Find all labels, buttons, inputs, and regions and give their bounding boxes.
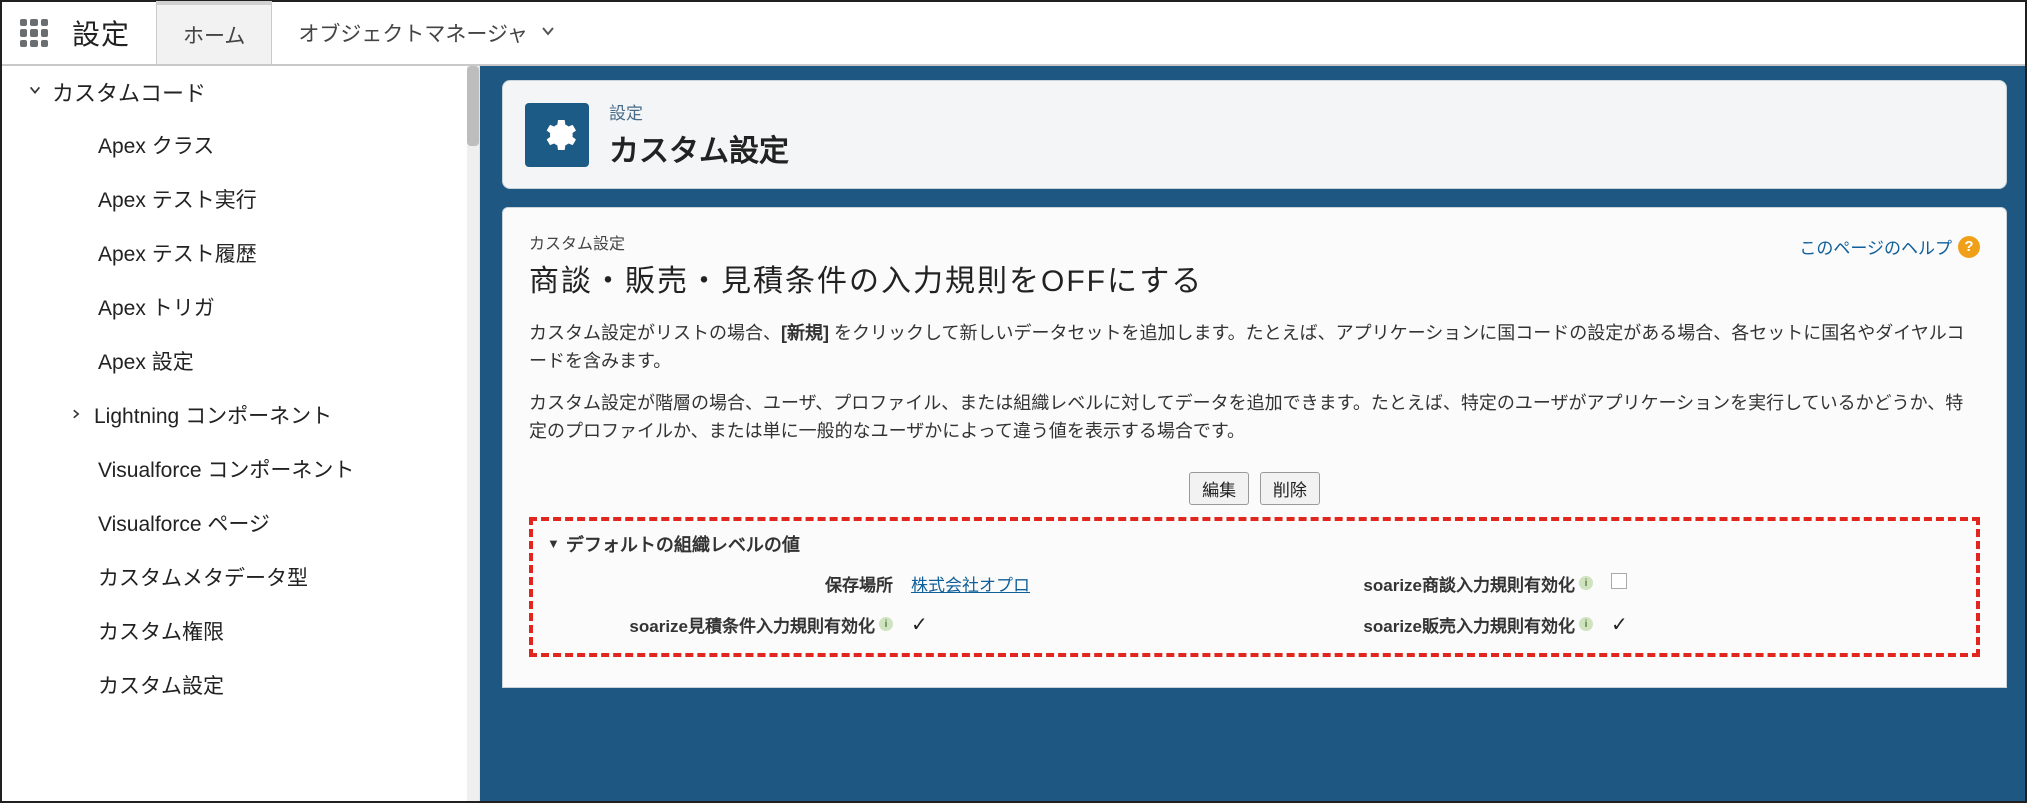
sidebar-item-apex-triggers[interactable]: Apex トリガ [2,280,479,334]
chevron-right-icon [70,407,94,424]
sidebar-item-apex-test-history[interactable]: Apex テスト履歴 [2,226,479,280]
page-header-card: 設定 カスタム設定 [502,80,2007,189]
header-title: カスタム設定 [609,126,789,170]
scrollbar-thumb[interactable] [467,66,479,146]
breadcrumb: カスタム設定 [529,230,1980,254]
tab-home-label: ホーム [183,20,245,50]
info-icon[interactable]: i [1579,617,1593,631]
field-value-location: 株式会社オプロ [907,571,1247,596]
location-link[interactable]: 株式会社オプロ [911,576,1030,595]
info-icon[interactable]: i [1579,576,1593,590]
help-link-label: このページのヘルプ [1799,234,1952,259]
description-paragraph-2: カスタム設定が階層の場合、ユーザ、プロファイル、または組織レベルに対してデータを… [529,390,1980,446]
sidebar-item-custom-settings[interactable]: カスタム設定 [2,658,479,712]
checkmark-icon: ✓ [911,614,928,636]
app-name: 設定 [54,2,156,64]
tab-object-manager[interactable]: オブジェクトマネージャ [272,2,583,64]
field-label-opty-rule: soarize商談入力規則有効化 i [1247,571,1607,596]
header-sublabel: 設定 [609,99,789,124]
content-panel: カスタム設定 商談・販売・見積条件の入力規則をOFFにする このページのヘルプ … [502,207,2007,688]
sidebar: カスタムコード Apex クラス Apex テスト実行 Apex テスト履歴 A… [2,66,480,801]
waffle-icon [20,19,48,47]
description-paragraph-1: カスタム設定がリストの場合、[新規] をクリックして新しいデータセットを追加しま… [529,320,1980,376]
gear-icon [525,103,589,167]
app-launcher-icon[interactable] [2,2,54,64]
sidebar-parent-label: カスタムコード [52,76,206,108]
field-value-sales-rule: ✓ [1607,612,1727,637]
main-area: 設定 カスタム設定 カスタム設定 商談・販売・見積条件の入力規則をOFFにする … [480,66,2025,801]
edit-button[interactable]: 編集 [1189,472,1249,505]
sidebar-item-visualforce-components[interactable]: Visualforce コンポーネント [2,442,479,496]
sidebar-item-visualforce-pages[interactable]: Visualforce ページ [2,496,479,550]
button-row: 編集 削除 [529,472,1980,505]
checkbox-unchecked-icon [1611,573,1627,589]
sidebar-item-apex-classes[interactable]: Apex クラス [2,118,479,172]
default-org-value-section: ▼ デフォルトの組織レベルの値 保存場所 株式会社オプロ [529,517,1980,657]
chevron-down-icon [28,83,52,101]
field-value-quote-rule: ✓ [907,612,1247,637]
section-header-label: デフォルトの組織レベルの値 [566,531,800,557]
field-label-quote-rule: soarize見積条件入力規則有効化 i [547,612,907,637]
info-icon[interactable]: i [879,617,893,631]
sidebar-item-custom-permissions[interactable]: カスタム権限 [2,604,479,658]
sidebar-item-lightning-components[interactable]: Lightning コンポーネント [2,388,479,442]
sidebar-item-apex-test-exec[interactable]: Apex テスト実行 [2,172,479,226]
tab-home[interactable]: ホーム [156,1,272,64]
field-value-opty-rule [1607,573,1727,594]
sidebar-parent-custom-code[interactable]: カスタムコード [2,66,479,118]
triangle-down-icon: ▼ [547,536,560,551]
delete-button[interactable]: 削除 [1260,472,1320,505]
section-header[interactable]: ▼ デフォルトの組織レベルの値 [547,531,1962,557]
top-header: 設定 ホーム オブジェクトマネージャ [2,2,2025,66]
chevron-down-icon [540,21,556,45]
sidebar-item-custom-metadata-types[interactable]: カスタムメタデータ型 [2,550,479,604]
page-title: 商談・販売・見積条件の入力規則をOFFにする [529,256,1980,300]
help-link[interactable]: このページのヘルプ ? [1799,234,1980,259]
field-label-location: 保存場所 [547,571,907,596]
field-label-sales-rule: soarize販売入力規則有効化 i [1247,612,1607,637]
tab-object-manager-label: オブジェクトマネージャ [298,18,528,48]
help-icon: ? [1958,236,1980,258]
sidebar-item-apex-settings[interactable]: Apex 設定 [2,334,479,388]
checkmark-icon: ✓ [1611,614,1628,636]
sidebar-scrollbar[interactable] [467,66,479,801]
